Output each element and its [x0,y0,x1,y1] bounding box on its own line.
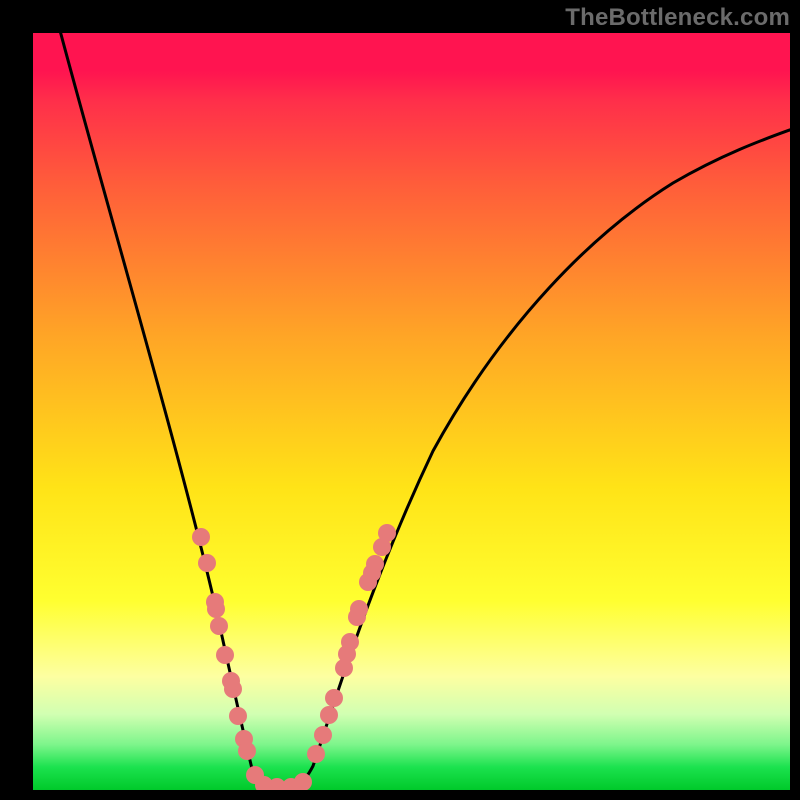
data-dot [325,689,343,707]
data-dot [198,554,216,572]
data-dot [224,680,242,698]
data-dot [210,617,228,635]
watermark-text: TheBottleneck.com [565,4,790,32]
data-dot [238,742,256,760]
chart-svg [33,33,790,790]
chart-frame: TheBottleneck.com [0,0,800,800]
data-dot [320,706,338,724]
data-dot [229,707,247,725]
data-dot [207,600,225,618]
data-dot [307,745,325,763]
curve-left-curve [58,33,283,790]
data-dot [363,564,381,582]
data-dot [294,773,312,790]
curve-right-curve [283,125,790,790]
data-dot [341,633,359,651]
plot-area [33,33,790,790]
data-dot [378,524,396,542]
data-dot [216,646,234,664]
data-dot [350,600,368,618]
data-dot [314,726,332,744]
data-dot [192,528,210,546]
